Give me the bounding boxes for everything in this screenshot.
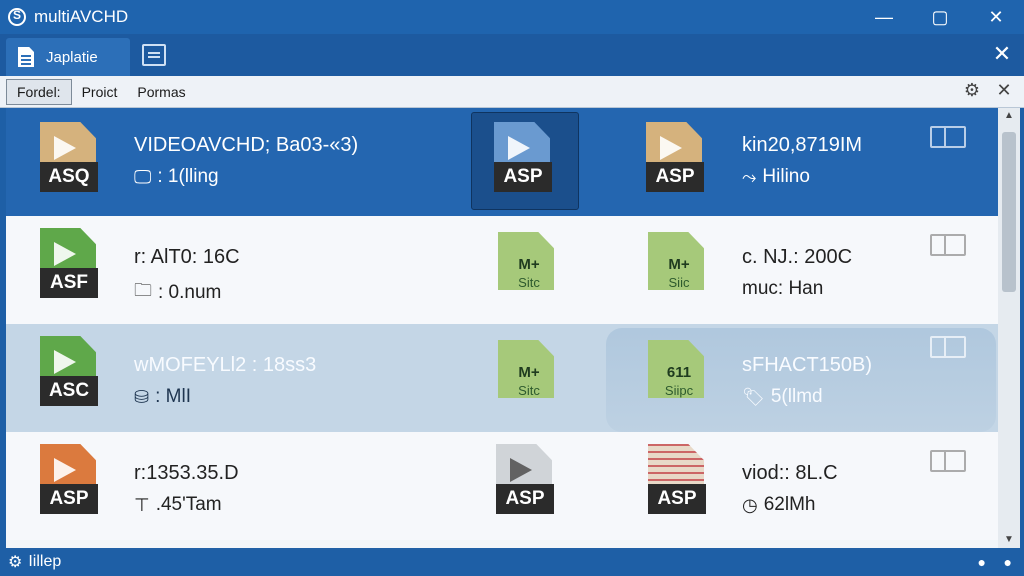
close-icon[interactable]: ✕ [994, 80, 1014, 101]
m4-file-icon[interactable]: 611 Siipc [648, 340, 710, 416]
app-logo-icon [8, 8, 26, 26]
m4-file-icon[interactable]: M+ Sitc [498, 340, 560, 416]
status-dot-icon: ● [977, 554, 986, 570]
video-file-icon: ASP [40, 444, 102, 520]
file-title: viod:: 8L.C [742, 462, 838, 484]
list-item[interactable]: ASQ VIDEOAVCHD; Ba03-«3) 🖵 : 1(lling ASP… [6, 108, 998, 216]
new-tab-icon[interactable] [142, 44, 166, 66]
gear-icon[interactable]: ⚙ [8, 552, 22, 572]
file-title: kin20,8719IM [742, 134, 863, 156]
toolbar-pormas-button[interactable]: Pormas [127, 79, 195, 105]
status-badge-icon[interactable] [930, 234, 966, 256]
tag-icon: 🏷 [742, 386, 765, 407]
list-item[interactable]: ASP r:1353.35.D ⊤ .45'Tam ASP ASP viod::… [6, 432, 998, 540]
clock-icon: ◷ [742, 494, 758, 515]
file-title: sFHACT150B) [742, 354, 873, 376]
m4-file-icon[interactable]: M+ Siic [648, 232, 710, 308]
tab-bar: Japlatie ✕ [0, 34, 1024, 76]
window-title: multiAVCHD [34, 7, 129, 26]
view-toggle-icon[interactable] [930, 126, 966, 148]
status-dot-icon: ● [1003, 554, 1012, 570]
monitor-icon: 🖵 [134, 166, 152, 187]
file-subtitle: 🖵 : 1(lling [134, 166, 219, 187]
video-file-icon[interactable]: ASP [496, 444, 558, 520]
file-subtitle: 🗀 : 0.num [134, 278, 221, 308]
file-title: r: AlT0: 16C [134, 246, 240, 268]
vertical-scrollbar[interactable]: ▲ ▼ [998, 108, 1020, 548]
file-subtitle: muc: Han [742, 278, 824, 299]
status-label: Iillep [28, 553, 62, 570]
video-file-icon: ASQ [40, 122, 102, 198]
maximize-icon[interactable]: ▢ [912, 0, 968, 34]
toolbar-proict-button[interactable]: Proict [72, 79, 128, 105]
database-icon: ⛁ [134, 386, 150, 407]
video-file-icon: ASF [40, 228, 102, 304]
file-title: VIDEOAVCHD; Ba03-«3) [134, 134, 359, 156]
scroll-thumb[interactable] [1002, 132, 1016, 292]
toolbar-fordel-button[interactable]: Fordel: [6, 78, 72, 105]
file-subtitle: ⤳ Hilino [742, 166, 810, 187]
status-badge-icon[interactable] [930, 450, 966, 472]
m4-file-icon[interactable]: M+ Sitc [498, 232, 560, 308]
text-cursor-icon: ⊤ [134, 494, 150, 515]
folder-icon: 🗀 [134, 280, 152, 300]
minimize-icon[interactable]: — [856, 0, 912, 34]
video-file-icon[interactable]: ASP [646, 122, 708, 198]
list-item[interactable]: ASC wMOFEYLl2 : 18ss3 ⛁ : MlI M+ Sitc 611… [6, 324, 998, 432]
video-file-icon: ASC [40, 336, 102, 412]
gear-icon[interactable]: ⚙ [962, 80, 982, 101]
title-bar: multiAVCHD — ▢ ✕ [0, 0, 1024, 34]
scroll-down-icon[interactable]: ▼ [998, 532, 1020, 548]
view-toggle-icon[interactable] [930, 336, 966, 358]
share-icon: ⤳ [742, 166, 757, 187]
scroll-up-icon[interactable]: ▲ [998, 108, 1020, 124]
status-bar: ⚙ Iillep ● ● [0, 548, 1024, 576]
file-subtitle: 🏷 5(llmd [742, 386, 823, 407]
file-title: wMOFEYLl2 : 18ss3 [134, 354, 317, 376]
document-file-icon[interactable]: ASP [648, 444, 710, 520]
close-icon[interactable]: ✕ [968, 0, 1024, 34]
tab-japlatie[interactable]: Japlatie [6, 38, 130, 76]
toolbar: Fordel: Proict Pormas ⚙ ✕ [0, 76, 1024, 108]
close-tab-icon[interactable]: ✕ [990, 42, 1014, 66]
file-list: ASQ VIDEOAVCHD; Ba03-«3) 🖵 : 1(lling ASP… [6, 108, 998, 548]
tab-label: Japlatie [46, 48, 98, 66]
file-subtitle: ⛁ : MlI [134, 386, 191, 407]
video-file-icon[interactable]: ASP [494, 122, 556, 198]
list-item[interactable]: ASF r: AlT0: 16C 🗀 : 0.num M+ Sitc M+ Siic… [6, 216, 998, 324]
file-subtitle: ⊤ .45'Tam [134, 494, 222, 515]
file-title: c. NJ.: 200C [742, 246, 853, 268]
file-subtitle: ◷ 62lMh [742, 494, 816, 515]
file-title: r:1353.35.D [134, 462, 239, 484]
document-icon [18, 47, 34, 67]
window-controls: — ▢ ✕ [856, 0, 1024, 34]
